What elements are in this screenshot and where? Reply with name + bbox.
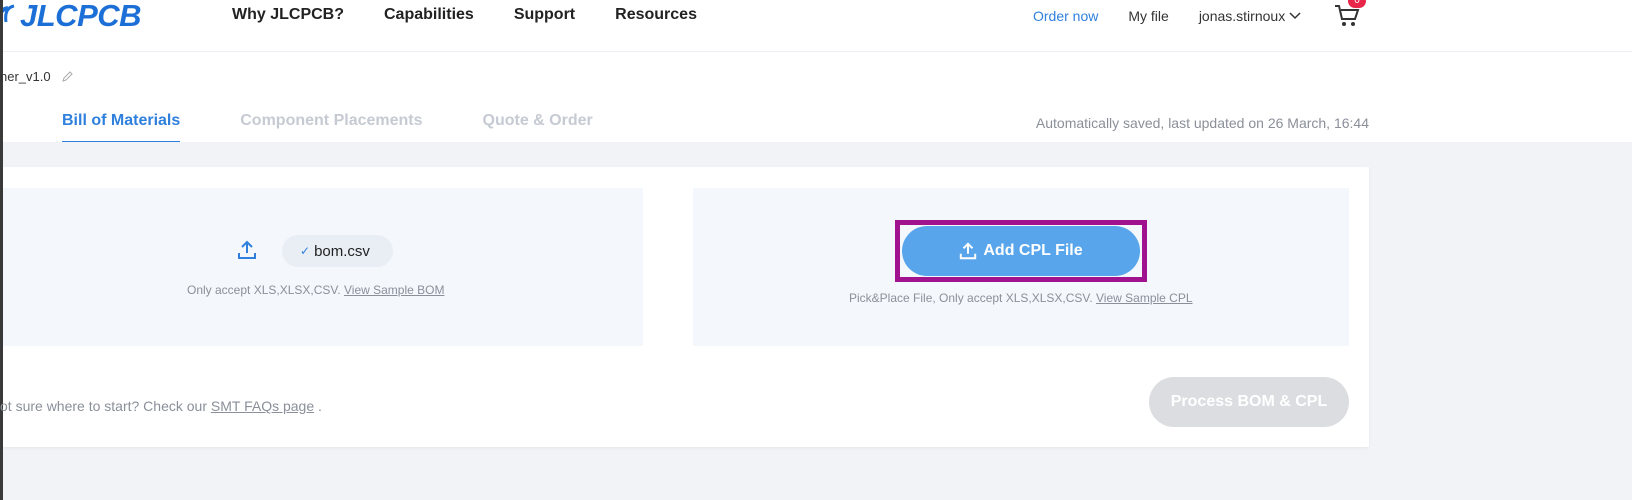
autosave-status: Automatically saved, last updated on 26 … bbox=[1035, 115, 1369, 131]
bom-file-chip[interactable]: ✓ bom.csv bbox=[282, 235, 393, 267]
view-sample-bom-link[interactable]: View Sample BOM bbox=[344, 283, 444, 297]
tab-bill-of-materials[interactable]: Bill of Materials bbox=[62, 112, 181, 143]
my-file-link[interactable]: My file bbox=[1128, 8, 1168, 24]
add-cpl-file-label: Add CPL File bbox=[983, 242, 1083, 259]
faq-prefix: ot sure where to start? Check our bbox=[0, 398, 207, 414]
faq-suffix: . bbox=[318, 398, 322, 414]
cpl-hint: Pick&Place File, Only accept XLS,XLSX,CS… bbox=[849, 291, 1193, 305]
nav-why-jlcpcb[interactable]: Why JLCPCB? bbox=[232, 6, 344, 24]
add-cpl-file-button[interactable]: Add CPL File bbox=[902, 226, 1140, 276]
upload-icon[interactable] bbox=[237, 240, 257, 260]
order-now-link[interactable]: Order now bbox=[1033, 8, 1098, 24]
bom-hint-text: Only accept XLS,XLSX,CSV. bbox=[187, 283, 341, 297]
smt-faqs-link[interactable]: SMT FAQs page bbox=[211, 398, 314, 414]
bom-upload-panel bbox=[3, 188, 643, 346]
edit-pencil-icon[interactable] bbox=[61, 70, 74, 83]
upload-icon bbox=[960, 242, 977, 260]
nav-support[interactable]: Support bbox=[514, 6, 575, 24]
logo-mark-icon bbox=[0, 4, 15, 23]
view-sample-cpl-link[interactable]: View Sample CPL bbox=[1096, 291, 1193, 305]
logo-text: JLCPCB bbox=[20, 0, 142, 33]
step-tabs: Bill of Materials Component Placements Q… bbox=[62, 112, 593, 143]
tab-quote-order[interactable]: Quote & Order bbox=[483, 112, 593, 143]
user-menu[interactable]: jonas.stirnoux bbox=[1199, 8, 1301, 24]
project-name: ner_v1.0 bbox=[0, 69, 51, 84]
cpl-hint-text: Pick&Place File, Only accept XLS,XLSX,CS… bbox=[849, 291, 1093, 305]
process-bom-cpl-button[interactable]: Process BOM & CPL bbox=[1149, 377, 1349, 427]
tab-component-placements[interactable]: Component Placements bbox=[240, 112, 422, 143]
nav-capabilities[interactable]: Capabilities bbox=[384, 6, 474, 24]
bom-file-name: bom.csv bbox=[314, 242, 370, 260]
project-name-row: ner_v1.0 bbox=[0, 69, 74, 84]
cart-count-badge: 0 bbox=[1348, 0, 1366, 8]
top-header: JLCPCB Why JLCPCB? Capabilities Support … bbox=[0, 0, 1632, 52]
check-icon: ✓ bbox=[300, 244, 311, 258]
main-nav: Why JLCPCB? Capabilities Support Resourc… bbox=[232, 6, 697, 24]
account-nav: Order now My file jonas.stirnoux bbox=[1033, 8, 1301, 24]
jlcpcb-logo[interactable]: JLCPCB bbox=[0, 0, 142, 36]
faq-help-text: ot sure where to start? Check our SMT FA… bbox=[0, 398, 322, 414]
nav-resources[interactable]: Resources bbox=[615, 6, 697, 24]
username-label: jonas.stirnoux bbox=[1198, 8, 1286, 24]
bom-hint: Only accept XLS,XLSX,CSV. View Sample BO… bbox=[187, 283, 444, 297]
chevron-down-icon bbox=[1289, 12, 1301, 20]
